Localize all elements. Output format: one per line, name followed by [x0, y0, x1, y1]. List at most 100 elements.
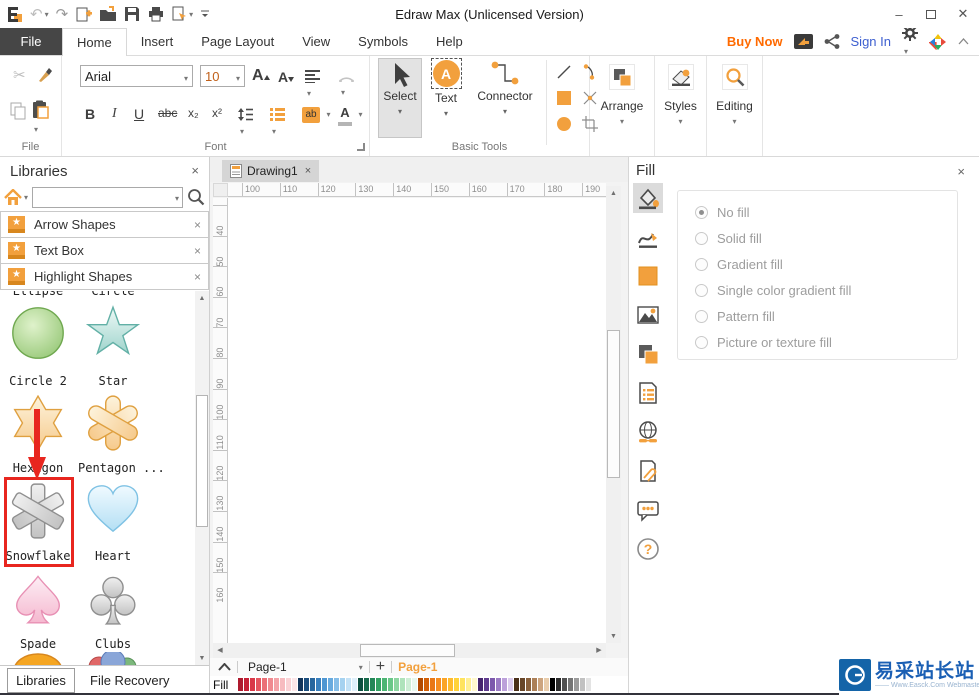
color-swatch[interactable]: [574, 678, 579, 691]
color-swatch[interactable]: [490, 678, 495, 691]
color-swatch[interactable]: [334, 678, 339, 691]
section-close-icon[interactable]: ×: [194, 218, 201, 232]
maximize-button[interactable]: [915, 3, 947, 25]
color-swatch[interactable]: [538, 678, 543, 691]
presentation-icon[interactable]: [793, 34, 813, 49]
help-icon[interactable]: ?: [633, 534, 663, 564]
fill-option[interactable]: Solid fill: [695, 225, 957, 251]
library-section-bar[interactable]: ★ Arrow Shapes ×: [0, 211, 209, 238]
radio-icon[interactable]: [695, 257, 708, 271]
shape-heart[interactable]: [85, 483, 141, 539]
line-spacing-icon[interactable]: [238, 108, 253, 139]
scrollbar-thumb[interactable]: [607, 330, 620, 478]
color-swatch[interactable]: [322, 678, 327, 691]
color-swatch[interactable]: [280, 678, 285, 691]
color-swatch[interactable]: [454, 678, 459, 691]
color-swatch[interactable]: [274, 678, 279, 691]
horizontal-scrollbar[interactable]: ◀ ▶: [213, 643, 606, 658]
color-swatch[interactable]: [508, 678, 513, 691]
sign-in-link[interactable]: Sign In: [851, 34, 891, 49]
color-swatch[interactable]: [244, 678, 249, 691]
close-button[interactable]: ✕: [947, 3, 979, 25]
section-close-icon[interactable]: ×: [194, 244, 201, 258]
color-swatch[interactable]: [370, 678, 375, 691]
underline-button[interactable]: U: [134, 106, 144, 122]
color-swatch[interactable]: [346, 678, 351, 691]
radio-icon[interactable]: [695, 283, 708, 297]
bullet-list-icon[interactable]: [270, 108, 285, 139]
bold-button[interactable]: B: [85, 106, 95, 122]
shape-partial-dome[interactable]: [12, 651, 64, 665]
scroll-up-icon[interactable]: ▲: [606, 186, 621, 200]
scrollbar-thumb[interactable]: [360, 644, 455, 657]
redo-icon[interactable]: ↷: [56, 5, 69, 23]
section-close-icon[interactable]: ×: [194, 270, 201, 284]
ellipse-shape-icon[interactable]: [556, 116, 572, 132]
color-swatch[interactable]: [364, 678, 369, 691]
text-highlight-icon[interactable]: ab: [302, 104, 330, 123]
attachment-icon[interactable]: [633, 456, 663, 486]
chevron-down-icon[interactable]: ▾: [359, 663, 363, 672]
color-swatch[interactable]: [250, 678, 255, 691]
library-search-input[interactable]: [32, 186, 183, 208]
color-swatch[interactable]: [394, 678, 399, 691]
share-icon[interactable]: [824, 34, 840, 49]
menu-tab[interactable]: File: [0, 28, 62, 55]
footer-tab-libraries[interactable]: Libraries: [7, 668, 75, 693]
tab-close-icon[interactable]: ×: [305, 165, 311, 177]
scroll-left-icon[interactable]: ◀: [213, 643, 227, 657]
color-swatch[interactable]: [376, 678, 381, 691]
library-section-bar[interactable]: ★ Highlight Shapes ×: [0, 263, 209, 290]
color-swatch[interactable]: [340, 678, 345, 691]
color-swatch[interactable]: [484, 678, 489, 691]
shape-format-icon[interactable]: [633, 261, 663, 291]
color-swatch[interactable]: [328, 678, 333, 691]
editing-button[interactable]: Editing ▾: [707, 56, 763, 156]
color-swatch[interactable]: [514, 678, 519, 691]
text-align-icon[interactable]: [305, 70, 320, 101]
fill-option[interactable]: Picture or texture fill: [695, 329, 957, 355]
scroll-down-icon[interactable]: ▼: [606, 629, 621, 643]
insert-picture-icon[interactable]: [633, 300, 663, 330]
export-icon[interactable]: [171, 5, 193, 23]
color-swatch[interactable]: [478, 678, 483, 691]
color-swatch[interactable]: [412, 678, 417, 691]
fill-format-icon[interactable]: [633, 183, 663, 213]
line-format-icon[interactable]: [633, 222, 663, 252]
menu-tab[interactable]: View: [288, 28, 344, 55]
color-swatch[interactable]: [352, 678, 357, 691]
comment-icon[interactable]: [633, 495, 663, 525]
search-icon[interactable]: [187, 188, 205, 206]
buy-now-link[interactable]: Buy Now: [727, 34, 783, 49]
shape-circle2[interactable]: [10, 305, 66, 361]
color-swatch[interactable]: [358, 678, 363, 691]
paste-icon[interactable]: [32, 100, 49, 137]
decrease-font-button[interactable]: A: [278, 69, 295, 85]
footer-tab-file-recovery[interactable]: File Recovery: [90, 673, 169, 688]
radio-icon[interactable]: [695, 231, 708, 245]
shadow-icon[interactable]: [633, 339, 663, 369]
collapse-pagebar-icon[interactable]: [218, 663, 231, 671]
text-tool-button[interactable]: A Text ▾: [427, 58, 465, 118]
scroll-up-icon[interactable]: ▲: [195, 291, 209, 305]
color-swatch[interactable]: [316, 678, 321, 691]
strikethrough-button[interactable]: abc: [158, 106, 177, 120]
color-swatch[interactable]: [382, 678, 387, 691]
fill-option[interactable]: No fill: [695, 199, 957, 225]
shape-clubs[interactable]: [85, 573, 141, 629]
new-document-icon[interactable]: [75, 5, 93, 23]
text-arc-icon[interactable]: [339, 70, 354, 100]
color-swatch[interactable]: [400, 678, 405, 691]
color-swatch[interactable]: [268, 678, 273, 691]
cut-icon[interactable]: ✂: [13, 66, 26, 84]
select-tool-button[interactable]: Select ▾: [378, 58, 422, 138]
color-swatch[interactable]: [448, 678, 453, 691]
page-setup-icon[interactable]: [633, 378, 663, 408]
fill-panel-close-icon[interactable]: ×: [957, 164, 965, 179]
page-selector[interactable]: Page-1: [248, 660, 287, 674]
color-swatch[interactable]: [466, 678, 471, 691]
color-swatch[interactable]: [256, 678, 261, 691]
rectangle-shape-icon[interactable]: [556, 90, 572, 106]
menu-tab[interactable]: Page Layout: [187, 28, 288, 55]
color-swatch[interactable]: [304, 678, 309, 691]
